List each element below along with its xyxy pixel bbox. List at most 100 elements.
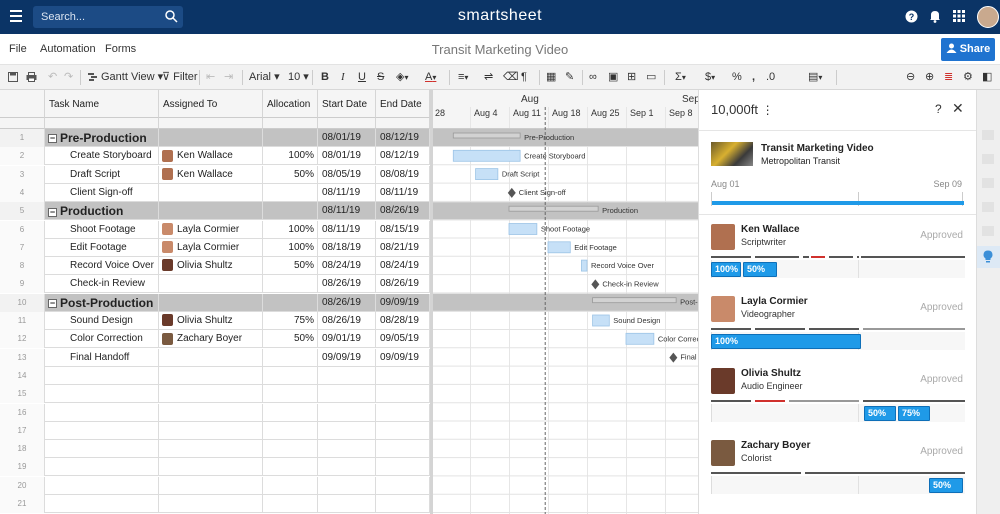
task-cell[interactable]: Create Storyboard	[45, 147, 159, 166]
row-number[interactable]: 21	[0, 495, 45, 513]
start-date-cell[interactable]: 08/24/19	[318, 257, 376, 276]
start-date-cell[interactable]	[318, 476, 376, 495]
undo-icon[interactable]: ↶	[48, 71, 57, 84]
rail-item[interactable]	[982, 226, 994, 236]
task-cell[interactable]: Shoot Footage	[45, 220, 159, 239]
person-card[interactable]: Olivia Shultz Audio Engineer Approved 50% 75…	[711, 368, 965, 438]
italic-button[interactable]: I	[341, 71, 345, 84]
rail-item[interactable]	[982, 178, 994, 188]
sheet-title[interactable]: Transit Marketing Video	[0, 42, 1000, 57]
end-date-cell[interactable]: 08/12/19	[376, 147, 430, 166]
row-number[interactable]: 15	[0, 385, 45, 404]
task-cell[interactable]: Check-in Review	[45, 275, 159, 294]
decimal-icon[interactable]: .0	[766, 71, 775, 84]
row-number[interactable]: 7	[0, 238, 45, 257]
end-date-cell[interactable]	[376, 476, 430, 495]
assigned-to-cell[interactable]: Ken Wallace	[159, 147, 263, 166]
start-date-cell[interactable]: 08/01/19	[318, 129, 376, 147]
table-row[interactable]: 6 Shoot Footage Layla Cormier 100% 08/11/19 0…	[0, 220, 430, 239]
zoom-out-icon[interactable]: ⊖	[906, 71, 915, 84]
table-row[interactable]: 9 Check-in Review 08/26/19 08/26/19	[0, 275, 430, 294]
row-number[interactable]: 14	[0, 366, 45, 385]
end-date-cell[interactable]	[376, 440, 430, 459]
assigned-to-cell[interactable]	[159, 495, 263, 513]
end-date-cell[interactable]: 09/09/19	[376, 293, 430, 312]
view-selector[interactable]: Gantt View ▾	[101, 71, 163, 84]
table-row[interactable]: 3 Draft Script Ken Wallace 50% 08/05/19 08/08…	[0, 165, 430, 184]
bold-button[interactable]: B	[321, 71, 329, 84]
start-date-cell[interactable]: 08/26/19	[318, 275, 376, 294]
format-painter-icon[interactable]: ¶	[521, 71, 527, 84]
row-number[interactable]: 11	[0, 312, 45, 330]
end-date-cell[interactable]: 08/24/19	[376, 257, 430, 276]
end-date-cell[interactable]: 08/26/19	[376, 202, 430, 221]
table-row[interactable]: 8 Record Voice Over Olivia Shultz 50% 08/24/…	[0, 257, 430, 276]
start-date-cell[interactable]	[318, 403, 376, 422]
sum-button[interactable]: Σ▾	[675, 71, 686, 84]
font-selector[interactable]: Arial ▾	[249, 71, 280, 84]
end-date-cell[interactable]: 08/11/19	[376, 183, 430, 202]
start-date-cell[interactable]: 08/11/19	[318, 183, 376, 202]
apps-grid-icon[interactable]	[953, 10, 965, 22]
start-date-cell[interactable]	[318, 495, 376, 513]
start-date-cell[interactable]: 09/09/19	[318, 348, 376, 367]
start-date-cell[interactable]: 08/11/19	[318, 220, 376, 239]
rail-active-item[interactable]	[977, 246, 1000, 268]
panel-more-icon[interactable]: ⋮	[762, 103, 774, 117]
task-cell[interactable]: Sound Design	[45, 312, 159, 330]
task-cell[interactable]: Client Sign-off	[45, 183, 159, 202]
assigned-to-cell[interactable]	[159, 183, 263, 202]
end-date-cell[interactable]	[376, 421, 430, 440]
start-date-cell[interactable]	[318, 385, 376, 404]
font-size-selector[interactable]: 10 ▾	[288, 71, 309, 84]
underline-button[interactable]: U	[358, 71, 366, 84]
task-cell[interactable]: Draft Script	[45, 165, 159, 184]
allocation-pill[interactable]: 100%	[711, 262, 741, 277]
person-card[interactable]: Zachary Boyer Colorist Approved 50%	[711, 440, 965, 510]
start-date-cell[interactable]	[318, 440, 376, 459]
assigned-to-cell[interactable]	[159, 403, 263, 422]
table-row[interactable]: 5− Production 08/11/19 08/26/19	[0, 202, 430, 221]
task-cell[interactable]: Edit Footage	[45, 238, 159, 257]
row-number[interactable]: 10	[0, 293, 45, 312]
task-cell[interactable]	[45, 403, 159, 422]
image-icon[interactable]: ▣	[608, 71, 618, 84]
task-cell[interactable]	[45, 495, 159, 513]
end-date-cell[interactable]: 08/26/19	[376, 275, 430, 294]
column-header-end-date[interactable]: End Date	[376, 90, 430, 118]
allocation-pill[interactable]: 50%	[864, 406, 896, 421]
row-number[interactable]: 6	[0, 220, 45, 239]
start-date-cell[interactable]	[318, 366, 376, 385]
table-row[interactable]: 20	[0, 476, 430, 495]
settings-gear-icon[interactable]: ⚙	[963, 71, 973, 84]
row-number[interactable]: 8	[0, 257, 45, 276]
table-row[interactable]: 21	[0, 495, 430, 513]
row-number[interactable]: 18	[0, 440, 45, 459]
end-date-cell[interactable]: 08/21/19	[376, 238, 430, 257]
table-row[interactable]: 18	[0, 440, 430, 459]
allocation-cell[interactable]	[263, 385, 318, 404]
strikethrough-button[interactable]: S	[377, 71, 384, 84]
currency-button[interactable]: $▾	[705, 71, 715, 84]
comma-button[interactable]: ,	[752, 71, 755, 84]
allocation-cell[interactable]	[263, 183, 318, 202]
start-date-cell[interactable]: 09/01/19	[318, 330, 376, 349]
assigned-to-cell[interactable]	[159, 202, 263, 221]
redo-icon[interactable]: ↷	[64, 71, 73, 84]
end-date-cell[interactable]: 08/28/19	[376, 312, 430, 330]
critical-path-icon[interactable]: ≣	[944, 71, 953, 84]
allocation-cell[interactable]: 100%	[263, 238, 318, 257]
zoom-in-icon[interactable]: ⊕	[925, 71, 934, 84]
outdent-icon[interactable]: ⇤	[206, 71, 215, 84]
task-cell[interactable]: − Pre-Production	[45, 129, 159, 147]
share-button[interactable]: Share	[941, 38, 995, 61]
table-row[interactable]: 16	[0, 403, 430, 422]
collapse-icon[interactable]: −	[48, 134, 57, 144]
allocation-cell[interactable]	[263, 495, 318, 513]
print-icon[interactable]	[26, 72, 37, 82]
table-row[interactable]: 2 Create Storyboard Ken Wallace 100% 08/01/1…	[0, 147, 430, 166]
task-cell[interactable]	[45, 366, 159, 385]
help-icon[interactable]: ?	[905, 10, 918, 23]
allocation-cell[interactable]: 100%	[263, 220, 318, 239]
text-color-icon[interactable]: A▾	[425, 71, 436, 84]
